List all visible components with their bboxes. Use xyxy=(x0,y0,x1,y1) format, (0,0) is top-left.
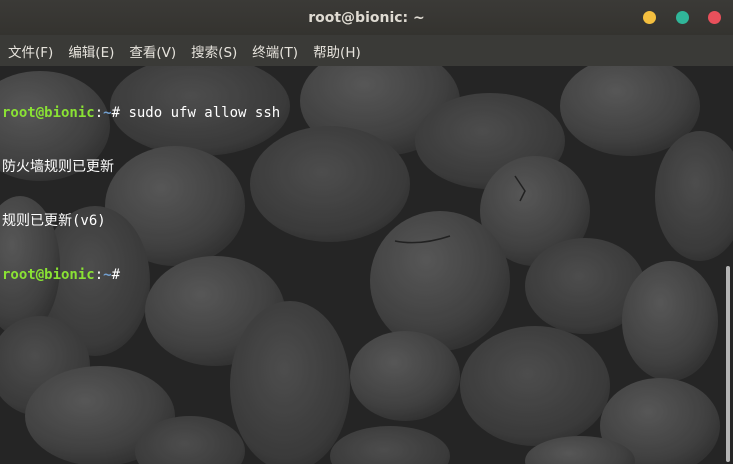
title-bar[interactable]: root@bionic: ~ xyxy=(0,0,733,35)
menu-search[interactable]: 搜索(S) xyxy=(186,41,242,61)
prompt-path: ~ xyxy=(103,267,112,283)
menu-file[interactable]: 文件(F) xyxy=(3,41,58,61)
terminal-window: root@bionic: ~ 文件(F) 编辑(E) 查看(V) 搜索(S) 终… xyxy=(0,0,733,464)
command-text: sudo ufw allow ssh xyxy=(128,105,281,121)
prompt-path: ~ xyxy=(103,105,112,121)
maximize-button[interactable] xyxy=(676,11,689,24)
menu-bar: 文件(F) 编辑(E) 查看(V) 搜索(S) 终端(T) 帮助(H) xyxy=(0,35,733,66)
terminal-area[interactable]: root@bionic:~# sudo ufw allow ssh 防火墙规则已… xyxy=(0,66,733,464)
prompt-separator: : xyxy=(94,267,104,283)
menu-terminal[interactable]: 终端(T) xyxy=(247,41,303,61)
prompt-symbol: # xyxy=(111,267,129,283)
output-text: 防火墙规则已更新 xyxy=(2,159,114,175)
menu-edit[interactable]: 编辑(E) xyxy=(63,41,119,61)
terminal-output[interactable]: root@bionic:~# sudo ufw allow ssh 防火墙规则已… xyxy=(2,68,280,320)
prompt-symbol: # xyxy=(111,105,129,121)
minimize-button[interactable] xyxy=(643,11,656,24)
prompt-user-host: root@bionic xyxy=(2,105,95,121)
terminal-line: 防火墙规则已更新 xyxy=(2,158,280,176)
output-text: 规则已更新(v6) xyxy=(2,213,106,229)
prompt-separator: : xyxy=(94,105,104,121)
window-title: root@bionic: ~ xyxy=(308,9,425,26)
menu-view[interactable]: 查看(V) xyxy=(124,41,181,61)
menu-help[interactable]: 帮助(H) xyxy=(308,41,366,61)
terminal-line: root@bionic:~# xyxy=(2,266,280,284)
terminal-line: root@bionic:~# sudo ufw allow ssh xyxy=(2,104,280,122)
terminal-line: 规则已更新(v6) xyxy=(2,212,280,230)
close-button[interactable] xyxy=(708,11,721,24)
prompt-user-host: root@bionic xyxy=(2,267,95,283)
scrollbar[interactable] xyxy=(726,266,730,462)
